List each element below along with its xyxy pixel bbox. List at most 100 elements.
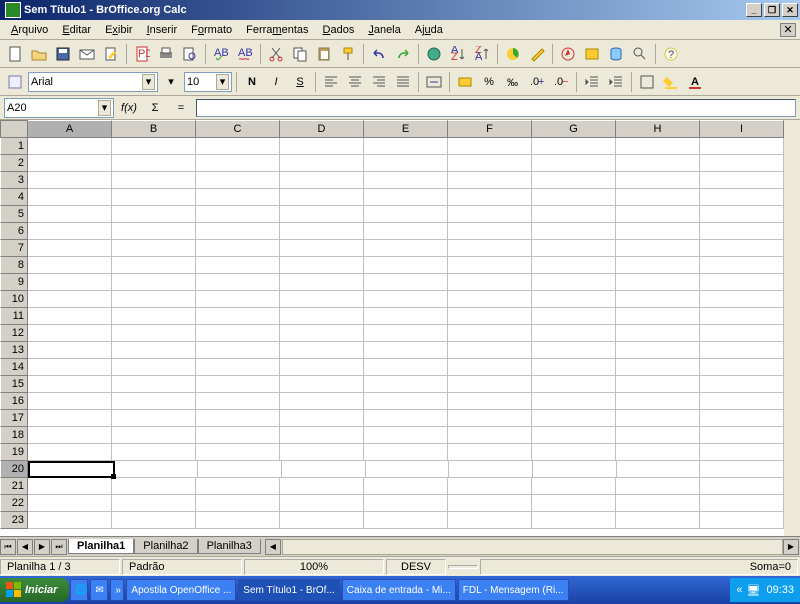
cell-A1[interactable]: [28, 138, 112, 155]
cell-D4[interactable]: [280, 189, 364, 206]
quicklaunch[interactable]: »: [110, 579, 124, 601]
cell-G21[interactable]: [532, 478, 616, 495]
cell-B17[interactable]: [112, 410, 196, 427]
sheet-tab-1[interactable]: Planilha1: [68, 539, 134, 554]
cell-H8[interactable]: [616, 257, 700, 274]
cell-I9[interactable]: [700, 274, 784, 291]
cell-E12[interactable]: [364, 325, 448, 342]
cell-D17[interactable]: [280, 410, 364, 427]
cell-B22[interactable]: [112, 495, 196, 512]
cell-E13[interactable]: [364, 342, 448, 359]
minimize-button[interactable]: _: [746, 3, 762, 17]
cell-E9[interactable]: [364, 274, 448, 291]
cell-C21[interactable]: [196, 478, 280, 495]
cell-I19[interactable]: [700, 444, 784, 461]
paste-icon[interactable]: [313, 43, 335, 65]
cell-I23[interactable]: [700, 512, 784, 529]
formula-input[interactable]: [196, 99, 796, 117]
cell-I15[interactable]: [700, 376, 784, 393]
cell-A22[interactable]: [28, 495, 112, 512]
cell-D18[interactable]: [280, 427, 364, 444]
vertical-scrollbar[interactable]: [784, 120, 800, 536]
menu-ajuda[interactable]: Ajuda: [408, 22, 450, 38]
cell-G20[interactable]: [533, 461, 617, 478]
cell-B2[interactable]: [112, 155, 196, 172]
merge-cells-icon[interactable]: [423, 71, 445, 93]
column-header-B[interactable]: B: [112, 120, 196, 138]
bold-icon[interactable]: N: [241, 71, 263, 93]
cell-C9[interactable]: [196, 274, 280, 291]
cell-D6[interactable]: [280, 223, 364, 240]
cell-F17[interactable]: [448, 410, 532, 427]
cell-C18[interactable]: [196, 427, 280, 444]
cell-F9[interactable]: [448, 274, 532, 291]
cell-B23[interactable]: [112, 512, 196, 529]
cell-I5[interactable]: [700, 206, 784, 223]
tab-split-left-icon[interactable]: ◀: [265, 539, 281, 555]
cell-D12[interactable]: [280, 325, 364, 342]
cell-G18[interactable]: [532, 427, 616, 444]
decrease-indent-icon[interactable]: [581, 71, 603, 93]
cell-I2[interactable]: [700, 155, 784, 172]
menu-arquivo[interactable]: Arquivo: [4, 22, 55, 38]
cell-E21[interactable]: [364, 478, 448, 495]
font-size-combo[interactable]: 10▾: [184, 72, 232, 92]
standard-format-icon[interactable]: ‰: [502, 71, 524, 93]
cell-D15[interactable]: [280, 376, 364, 393]
task-item-2[interactable]: Caixa de entrada - Mi...: [342, 579, 456, 601]
cell-C14[interactable]: [196, 359, 280, 376]
task-item-3[interactable]: FDL - Mensagem (Ri...: [458, 579, 569, 601]
percent-icon[interactable]: %: [478, 71, 500, 93]
cell-H19[interactable]: [616, 444, 700, 461]
cell-F15[interactable]: [448, 376, 532, 393]
currency-icon[interactable]: [454, 71, 476, 93]
row-header-15[interactable]: 15: [0, 376, 28, 393]
cell-F5[interactable]: [448, 206, 532, 223]
row-header-2[interactable]: 2: [0, 155, 28, 172]
quicklaunch[interactable]: 🌐: [70, 579, 88, 601]
help-icon[interactable]: ?: [660, 43, 682, 65]
cell-F20[interactable]: [449, 461, 533, 478]
cell-F4[interactable]: [448, 189, 532, 206]
gallery-icon[interactable]: [581, 43, 603, 65]
cell-C22[interactable]: [196, 495, 280, 512]
cell-D2[interactable]: [280, 155, 364, 172]
cell-H23[interactable]: [616, 512, 700, 529]
cell-G2[interactable]: [532, 155, 616, 172]
edit-doc-icon[interactable]: [100, 43, 122, 65]
cell-G14[interactable]: [532, 359, 616, 376]
cell-E18[interactable]: [364, 427, 448, 444]
new-doc-icon[interactable]: [4, 43, 26, 65]
cell-H12[interactable]: [616, 325, 700, 342]
cell-I6[interactable]: [700, 223, 784, 240]
cell-F13[interactable]: [448, 342, 532, 359]
cell-C4[interactable]: [196, 189, 280, 206]
cell-C15[interactable]: [196, 376, 280, 393]
cell-F3[interactable]: [448, 172, 532, 189]
cell-F10[interactable]: [448, 291, 532, 308]
row-header-20[interactable]: 20: [0, 461, 28, 478]
cell-E11[interactable]: [364, 308, 448, 325]
row-header-10[interactable]: 10: [0, 291, 28, 308]
cell-G16[interactable]: [532, 393, 616, 410]
cell-H17[interactable]: [616, 410, 700, 427]
cell-E10[interactable]: [364, 291, 448, 308]
align-center-icon[interactable]: [344, 71, 366, 93]
open-icon[interactable]: [28, 43, 50, 65]
row-header-18[interactable]: 18: [0, 427, 28, 444]
menu-ferramentas[interactable]: Ferramentas: [239, 22, 315, 38]
cell-C1[interactable]: [196, 138, 280, 155]
spellcheck-icon[interactable]: ABC: [210, 43, 232, 65]
cell-D13[interactable]: [280, 342, 364, 359]
doc-close-button[interactable]: ✕: [780, 23, 796, 37]
row-header-23[interactable]: 23: [0, 512, 28, 529]
cell-G4[interactable]: [532, 189, 616, 206]
cell-I18[interactable]: [700, 427, 784, 444]
cell-C17[interactable]: [196, 410, 280, 427]
cell-F19[interactable]: [448, 444, 532, 461]
cell-A20[interactable]: [28, 461, 115, 478]
cell-F11[interactable]: [448, 308, 532, 325]
cell-A23[interactable]: [28, 512, 112, 529]
cell-C20[interactable]: [198, 461, 282, 478]
restore-button[interactable]: ❐: [764, 3, 780, 17]
